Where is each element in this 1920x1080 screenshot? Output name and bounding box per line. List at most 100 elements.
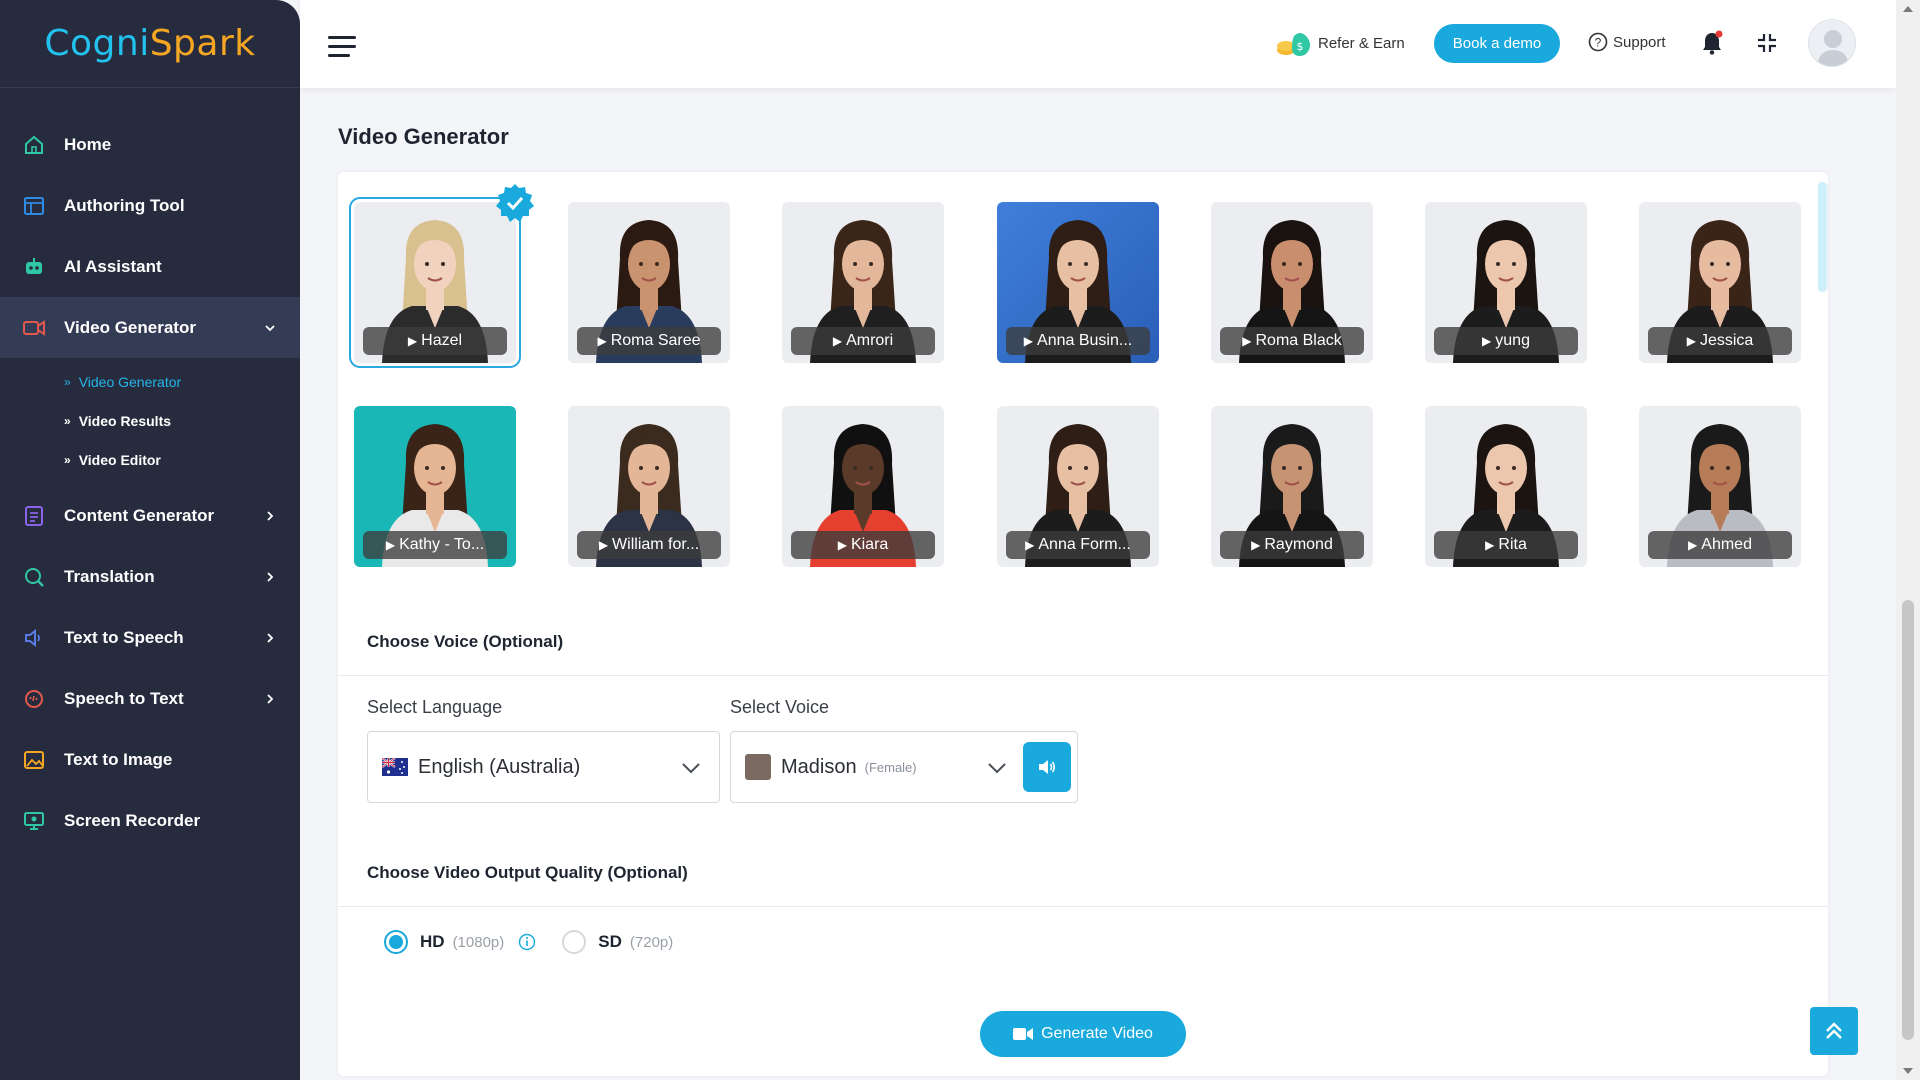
top-bar: $ Refer & Earn Book a demo ? Support (300, 0, 1896, 88)
user-avatar[interactable] (1808, 19, 1856, 67)
play-voice-sample-button[interactable] (1023, 742, 1071, 792)
avatar-card[interactable]: ▶ Roma Black (1211, 202, 1373, 363)
support-link[interactable]: ? Support (1588, 32, 1666, 52)
avatar-card[interactable]: ▶ Raymond (1211, 406, 1373, 567)
avatar-card[interactable]: ▶ Rita (1425, 406, 1587, 567)
book-demo-button[interactable]: Book a demo (1434, 24, 1560, 63)
chevron-right-icon (264, 570, 278, 584)
hd-radio[interactable] (384, 930, 408, 954)
avatar-name: Roma Saree (610, 332, 701, 349)
sidebar-item-label: Home (64, 134, 112, 154)
hd-resolution: (1080p) (452, 933, 505, 951)
voice-gender: (Female) (864, 759, 917, 775)
avatar-card[interactable]: ▶ Kiara (782, 406, 944, 567)
sidebar-item-content-generator[interactable]: Content Generator (0, 485, 300, 546)
avatar-play-label[interactable]: ▶ Jessica (1648, 327, 1792, 355)
language-select[interactable]: English (Australia) (367, 731, 720, 803)
sd-resolution: (720p) (629, 933, 674, 951)
avatar-name: Anna Busin... (1037, 332, 1133, 349)
video-generator-submenu: » Video Generator » Video Results » Video Edi… (0, 358, 300, 485)
stt-icon (22, 687, 46, 711)
sidebar-item-speech-to-text[interactable]: Speech to Text (0, 668, 300, 729)
page-scrollbar-thumb[interactable] (1902, 600, 1914, 1040)
sidebar-item-text-to-image[interactable]: Text to Image (0, 729, 300, 790)
avatar-play-label[interactable]: ▶ Kiara (791, 531, 935, 559)
play-icon: ▶ (407, 334, 418, 348)
avatar-card[interactable]: ▶ Amrori (782, 202, 944, 363)
money-bag-icon: $ (1277, 33, 1310, 56)
avatar-card[interactable]: ▶ yung (1425, 202, 1587, 363)
exit-fullscreen-icon[interactable] (1756, 32, 1778, 54)
avatar-card[interactable]: ▶ Kathy - To... (354, 406, 516, 567)
generate-video-label: Generate Video (1041, 1025, 1153, 1042)
logo[interactable]: CogniSpark (0, 0, 300, 88)
avatar-play-label[interactable]: ▶ Amrori (791, 327, 935, 355)
page-scrollbar[interactable] (1896, 0, 1920, 1080)
avatar-play-label[interactable]: ▶ Hazel (363, 327, 507, 355)
sidebar-item-ai-assistant[interactable]: AI Assistant (0, 236, 300, 297)
avatar-name: Rita (1498, 536, 1527, 553)
sidebar-item-screen-recorder[interactable]: Screen Recorder (0, 790, 300, 851)
avatar-card[interactable]: ▶ Ahmed (1639, 406, 1801, 567)
avatar-card[interactable]: ▶ Jessica (1639, 202, 1801, 363)
sidebar-item-translation[interactable]: Translation (0, 546, 300, 607)
avatar-play-label[interactable]: ▶ yung (1434, 327, 1578, 355)
voice-select[interactable]: Madison (Female) (730, 731, 1078, 803)
avatar-name: Ahmed (1701, 536, 1752, 553)
chevron-down-icon (682, 763, 700, 774)
scroll-to-top-button[interactable] (1810, 1007, 1858, 1055)
play-icon: ▶ (1688, 538, 1698, 552)
generate-video-button[interactable]: Generate Video (980, 1011, 1186, 1057)
avatar-play-label[interactable]: ▶ Roma Saree (577, 327, 721, 355)
avatar-play-label[interactable]: ▶ Ahmed (1648, 531, 1792, 559)
voice-thumbnail (745, 754, 771, 780)
voice-value: Madison (781, 755, 857, 778)
avatar-card[interactable]: ▶ Anna Form... (997, 406, 1159, 567)
svg-text:$: $ (1297, 40, 1304, 53)
avatar-card[interactable]: ▶ Roma Saree (568, 202, 730, 363)
sidebar-item-label: Translation (64, 566, 155, 586)
play-icon: ▶ (1025, 538, 1035, 552)
sidebar-item-label: AI Assistant (64, 256, 162, 276)
refer-earn-link[interactable]: $ Refer & Earn (1276, 28, 1405, 58)
play-icon: ▶ (597, 334, 607, 348)
avatar-play-label[interactable]: ▶ Kathy - To... (363, 531, 507, 559)
submenu-item-video-editor[interactable]: » Video Editor (0, 440, 300, 479)
info-icon[interactable] (518, 933, 536, 951)
avatar-play-label[interactable]: ▶ Raymond (1220, 531, 1364, 559)
sd-radio[interactable] (562, 930, 587, 954)
avatar-play-label[interactable]: ▶ Roma Black (1220, 327, 1364, 355)
refer-earn-label: Refer & Earn (1318, 34, 1405, 52)
sidebar-item-authoring-tool[interactable]: Authoring Tool (0, 175, 300, 236)
double-chevron-right-icon: » (64, 413, 71, 428)
play-icon: ▶ (1242, 334, 1252, 348)
avatar-grid-scrollbar[interactable] (1818, 182, 1828, 292)
user-silhouette-icon (1817, 30, 1849, 66)
sidebar-item-label: Text to Speech (64, 627, 184, 647)
chevron-down-icon (264, 321, 278, 335)
avatar-card[interactable]: ▶ Anna Busin... (997, 202, 1159, 363)
notification-bell-icon[interactable] (1700, 30, 1724, 56)
submenu-item-video-results[interactable]: » Video Results (0, 401, 300, 440)
avatar-play-label[interactable]: ▶ Anna Form... (1006, 531, 1150, 559)
double-chevron-up-icon (1826, 1022, 1842, 1039)
hamburger-menu-icon[interactable] (328, 36, 356, 60)
sidebar-item-label: Screen Recorder (64, 810, 201, 830)
submenu-item-video-generator[interactable]: » Video Generator (0, 362, 300, 401)
sidebar-item-video-generator[interactable]: Video Generator (0, 297, 300, 358)
avatar-card[interactable]: ▶ Hazel (349, 197, 521, 368)
submenu-item-label: Video Results (78, 412, 172, 429)
hd-label: HD (420, 932, 445, 951)
avatar-name: Jessica (1699, 332, 1754, 349)
avatar-play-label[interactable]: ▶ William for... (577, 531, 721, 559)
avatar-play-label[interactable]: ▶ Anna Busin... (1006, 327, 1150, 355)
sidebar-item-home[interactable]: Home (0, 114, 300, 175)
ai-assistant-icon (22, 255, 46, 279)
avatar-card[interactable]: ▶ William for... (568, 406, 730, 567)
sidebar-item-text-to-speech[interactable]: Text to Speech (0, 607, 300, 668)
avatar-name: Kathy - To... (399, 536, 485, 553)
avatar-play-label[interactable]: ▶ Rita (1434, 531, 1578, 559)
double-chevron-right-icon: » (64, 452, 71, 467)
recorder-icon (22, 809, 46, 833)
avatar-name: Amrori (846, 332, 894, 349)
